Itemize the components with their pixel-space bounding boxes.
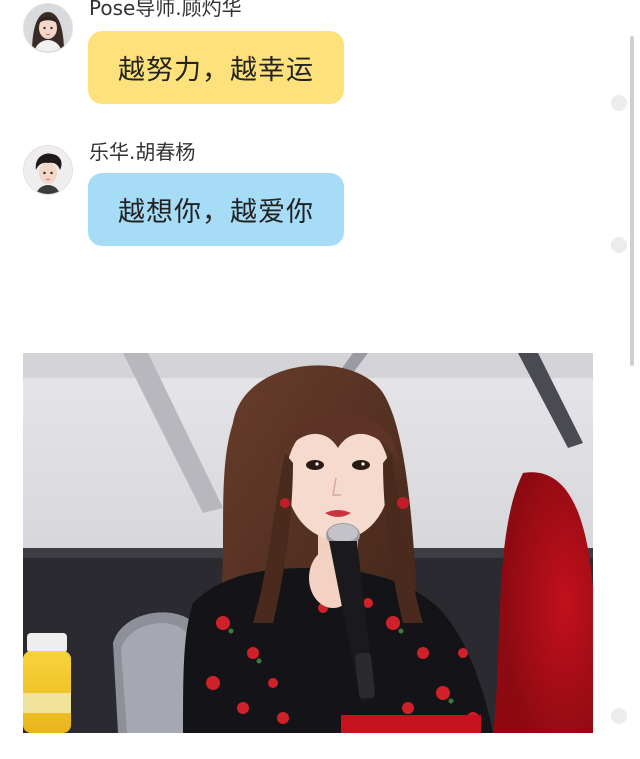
avatar-girl-icon[interactable] [24,4,72,52]
sender-name: Pose导师.顾灼华 [89,0,242,20]
page-indicator-dot [611,708,627,724]
page-indicator-dot [611,237,627,253]
chat-screen: Pose导师.顾灼华 越努力，越幸运 乐华.胡春杨 越想你，越爱你 [0,0,640,759]
avatar-boy-icon[interactable] [24,146,72,194]
shared-photo[interactable] [23,353,593,733]
scrollbar[interactable] [630,36,634,366]
sender-name: 乐华.胡春杨 [89,140,196,164]
message-bubble[interactable]: 越努力，越幸运 [88,31,344,104]
message-bubble[interactable]: 越想你，越爱你 [88,173,344,246]
page-indicator-dot [611,95,627,111]
